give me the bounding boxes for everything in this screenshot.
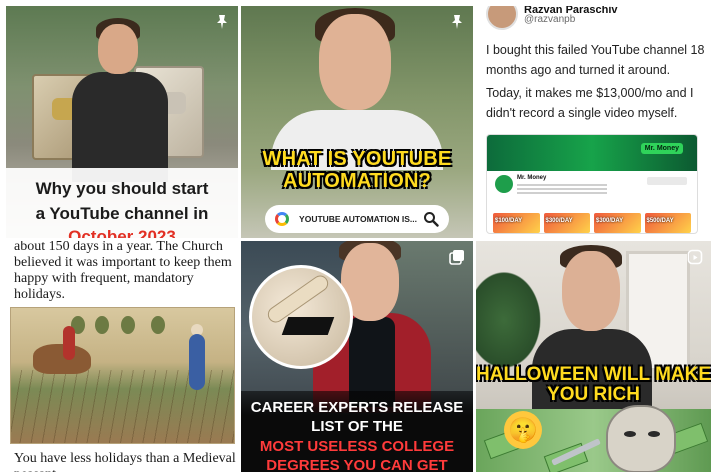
tree [151,316,165,334]
caption-highlight: MOST USELESS COLLEGE DEGREES YOU CAN GET [259,438,455,472]
post-caption-box: Why you should start a YouTube channel i… [6,168,238,238]
tree [95,316,109,334]
mask-eye [648,431,660,437]
video-thumbnail: $300/DAY [543,213,590,233]
thumb-label: $300/DAY [596,218,624,224]
carousel-icon [449,250,464,265]
horse [33,344,91,374]
tweet-text: Today, it makes me $13,000/mo and I didn… [486,86,694,120]
video-thumbnails: $100/DAY $300/DAY $300/DAY $500/DAY [493,213,691,233]
thumb-label: $500/DAY [646,218,674,224]
channel-avatar [495,175,513,193]
subscribe-button-graphic [647,177,687,185]
banner-label: Mr. Money [640,143,683,154]
post-headline: WHAT IS YOUTUBE AUTOMATION? [262,148,452,192]
channel-name: Mr. Money [517,175,547,181]
caption-line: a YouTube channel in [35,204,209,223]
medieval-painting [10,307,235,444]
search-bar-graphic: YOUTUBE AUTOMATION IS... [265,205,449,233]
post-text: You have less holidays than a Medieval p… [14,451,236,472]
channel-screenshot: Mr. Money Mr. Money $100/DAY $300/DAY $3… [486,134,698,234]
farmer [63,326,75,360]
caption-line: Why you should start [35,179,209,198]
caption-highlight: October 2023 [68,227,176,238]
shush-emoji: 🤫 [504,411,542,449]
tree [121,316,135,334]
thumb-label: $300/DAY [545,218,573,224]
reel-icon [687,249,703,265]
magnifier-icon [424,212,439,227]
person-face [319,14,391,110]
pin-icon [217,15,227,29]
grid-post-tweet[interactable]: Razvan Paraschiv @razvanpb I bought this… [476,6,711,238]
caption-line: CAREER EXPERTS RELEASE LIST OF THE [250,399,464,435]
channel-description [517,184,607,194]
grid-post-medieval-holidays[interactable]: about 150 days in a year. The Church bel… [6,241,238,472]
pin-icon [452,15,462,29]
video-thumbnail: $100/DAY [493,213,540,233]
person-figure [72,72,168,182]
sower [189,334,205,390]
grid-post-halloween[interactable]: HALLOWEEN WILL MAKE YOU RICH 🤫 [476,241,711,472]
tweet-text: I bought this failed YouTube channel 18 … [486,43,705,77]
mask-eye [624,431,636,437]
channel-banner: Mr. Money [487,135,697,171]
google-icon [275,212,289,226]
grid-post-youtube-automation[interactable]: WHAT IS YOUTUBE AUTOMATION? YOUTUBE AUTO… [241,6,473,238]
graduation-cap [281,317,335,335]
grid-post-start-channel[interactable]: Why you should start a YouTube channel i… [6,6,238,238]
post-headline: HALLOWEEN WILL MAKE YOU RICH [476,364,711,405]
person-face [562,251,620,331]
avatar [486,6,518,30]
video-thumbnail: $300/DAY [594,213,641,233]
post-text: about 150 days in a year. The Church bel… [14,241,232,302]
horror-mask [606,405,676,472]
thumb-label: $100/DAY [495,218,523,224]
grid-post-useless-degrees[interactable]: CAREER EXPERTS RELEASE LIST OF THE MOST … [241,241,473,472]
video-thumbnail: $500/DAY [644,213,691,233]
search-text: YOUTUBE AUTOMATION IS... [299,214,417,224]
author-handle: @razvanpb [524,14,576,25]
person-face [98,24,138,74]
